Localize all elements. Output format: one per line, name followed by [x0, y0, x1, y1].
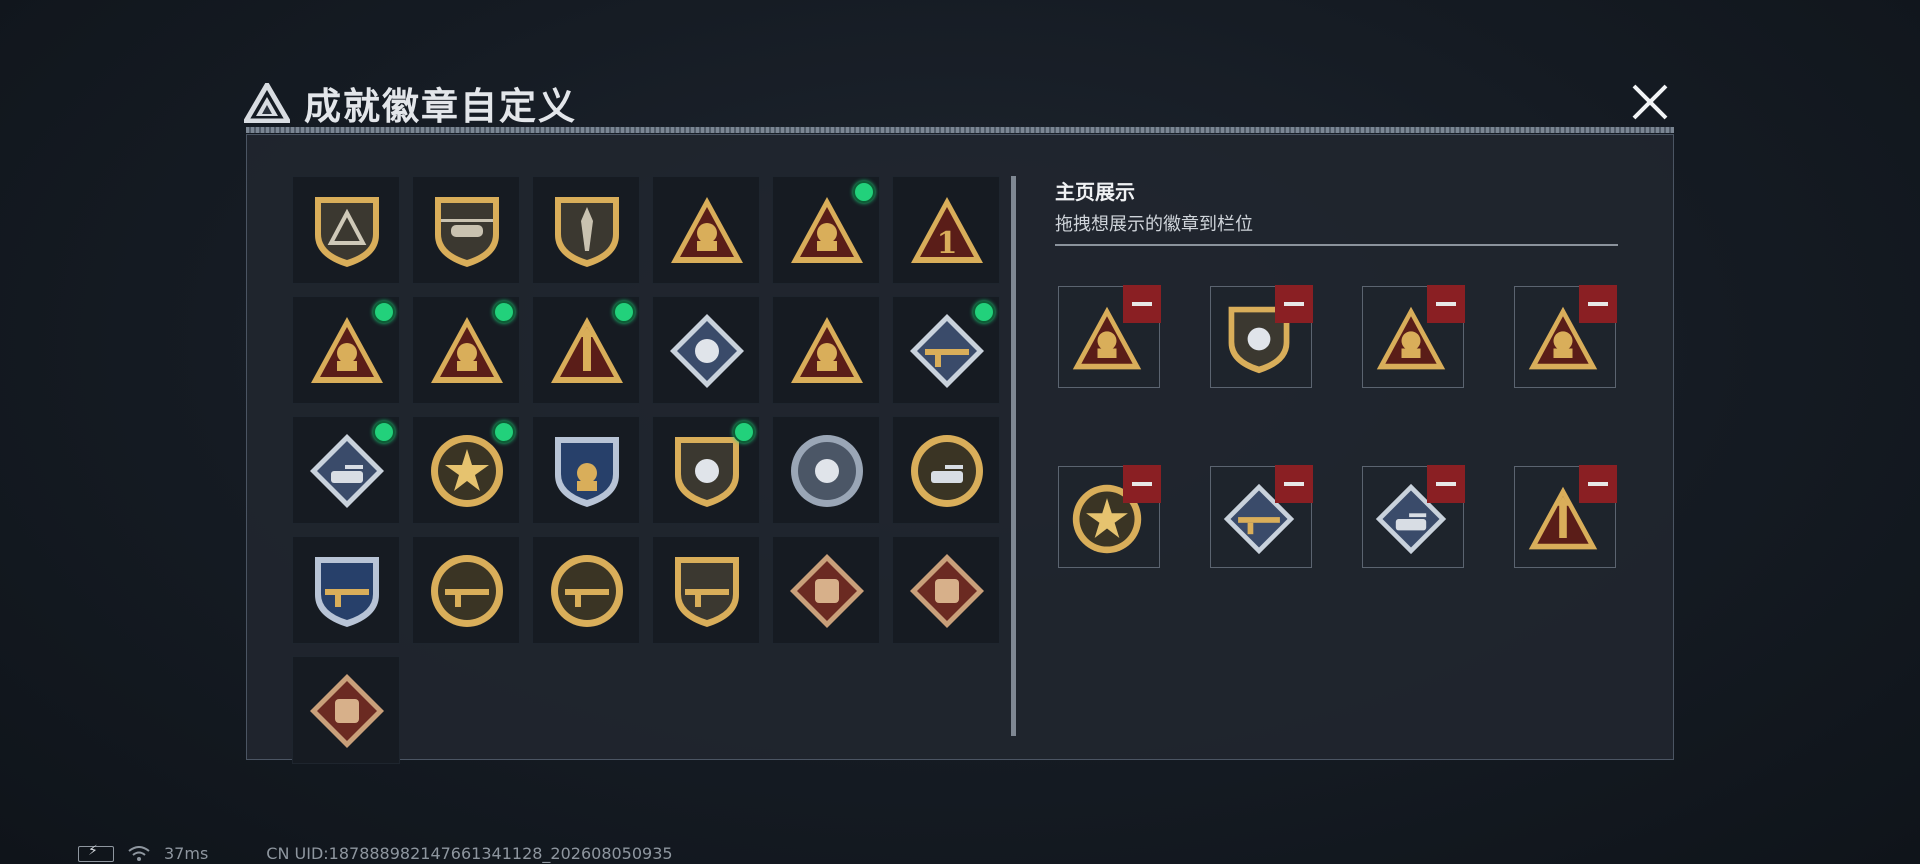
badge-item[interactable]: [892, 536, 1000, 644]
star-seal-round-icon: [431, 435, 503, 507]
remove-badge-button[interactable]: [1123, 465, 1161, 503]
new-indicator-dot: [493, 421, 515, 443]
badge-item[interactable]: [412, 176, 520, 284]
crosshair-rifle-shield-icon: [315, 557, 379, 627]
shield-triangle-emblem-icon: [315, 197, 379, 267]
badge-item[interactable]: [292, 296, 400, 404]
showcase-slot[interactable]: [1362, 285, 1465, 388]
showcase-divider: [1055, 244, 1618, 246]
new-indicator-dot: [853, 181, 875, 203]
badge-item[interactable]: [532, 176, 640, 284]
dagger-shield-icon: [555, 197, 619, 267]
game-logo-icon: [244, 83, 290, 123]
gem-shield-icon: [675, 437, 739, 507]
new-indicator-dot: [493, 301, 515, 323]
badge-item[interactable]: [652, 416, 760, 524]
ammo-diamond-icon: [310, 674, 384, 748]
badge-item[interactable]: [412, 536, 520, 644]
badge-item[interactable]: [532, 296, 640, 404]
close-icon[interactable]: [1628, 80, 1672, 124]
badge-item[interactable]: [652, 536, 760, 644]
remove-badge-button[interactable]: [1579, 465, 1617, 503]
wifi-icon: [128, 845, 150, 861]
rocket-triangle-icon: [551, 317, 623, 383]
rifle-round-shield-icon: [551, 555, 623, 627]
badge-item[interactable]: [292, 416, 400, 524]
dragon-diamond-icon: [790, 554, 864, 628]
remove-badge-button[interactable]: [1427, 465, 1465, 503]
showcase-slot[interactable]: [1514, 465, 1617, 568]
badge-item[interactable]: [292, 656, 400, 764]
remove-badge-button[interactable]: [1579, 285, 1617, 323]
new-indicator-dot: [373, 301, 395, 323]
badge-item[interactable]: [892, 296, 1000, 404]
rose-diamond-icon: [670, 314, 744, 388]
eagle-shield-blue-icon: [555, 437, 619, 507]
showcase-title: 主页展示: [1055, 180, 1135, 204]
jets-shield-gold-icon: [675, 557, 739, 627]
badge-item[interactable]: [292, 176, 400, 284]
showcase-subtitle: 拖拽想展示的徽章到栏位: [1055, 214, 1253, 235]
badge-item[interactable]: [772, 536, 880, 644]
remove-badge-button[interactable]: [1123, 285, 1161, 323]
tank-sunburst-icon: [911, 435, 983, 507]
badge-item[interactable]: [892, 416, 1000, 524]
badge-item[interactable]: 1: [892, 176, 1000, 284]
soldier-wave-triangle-icon: [311, 317, 383, 383]
badge-item[interactable]: [652, 176, 760, 284]
skull-wreath-silver-icon: [791, 435, 863, 507]
badge-item[interactable]: [292, 536, 400, 644]
remove-badge-button[interactable]: [1275, 285, 1313, 323]
battery-charging-icon: [78, 843, 114, 862]
badge-item[interactable]: [412, 296, 520, 404]
rock-hand-triangle-icon: [671, 197, 743, 263]
badge-item[interactable]: [532, 416, 640, 524]
helicopter-shield-icon: [435, 197, 499, 267]
page-title: 成就徽章自定义: [304, 85, 577, 128]
rifle-round-shield-icon: [431, 555, 503, 627]
showcase-slot[interactable]: [1514, 285, 1617, 388]
new-indicator-dot: [373, 421, 395, 443]
new-indicator-dot: [733, 421, 755, 443]
user-uid: CN UID:187888982147661341128_20260805093…: [266, 844, 673, 863]
helmet-triangle-icon: [791, 197, 863, 263]
new-indicator-dot: [613, 301, 635, 323]
badge-item[interactable]: [412, 416, 520, 524]
showcase-slot[interactable]: [1362, 465, 1465, 568]
status-bar: 37ms CN UID:187888982147661341128_202608…: [78, 843, 673, 863]
badge-item[interactable]: [772, 416, 880, 524]
number-one-triangle-icon: 1: [911, 197, 983, 263]
badge-item[interactable]: [772, 176, 880, 284]
soldiers-triangle-icon: [431, 317, 503, 383]
badge-item[interactable]: [652, 296, 760, 404]
title-bar: 成就徽章自定义: [244, 76, 577, 130]
tank-fist-diamond-icon: [310, 434, 384, 508]
remove-badge-button[interactable]: [1427, 285, 1465, 323]
diver-triangle-icon: [791, 317, 863, 383]
showcase-slot[interactable]: [1210, 465, 1313, 568]
remove-badge-button[interactable]: [1275, 465, 1313, 503]
showcase-slot[interactable]: [1058, 285, 1161, 388]
title-divider: [246, 127, 1674, 133]
badge-item[interactable]: [532, 536, 640, 644]
badge-item[interactable]: [772, 296, 880, 404]
new-indicator-dot: [973, 301, 995, 323]
vehicle-diamond-icon: [910, 554, 984, 628]
scrollbar[interactable]: [1011, 176, 1016, 736]
showcase-slot[interactable]: [1058, 465, 1161, 568]
launcher-diamond-icon: [910, 314, 984, 388]
showcase-slot[interactable]: [1210, 285, 1313, 388]
ping-value: 37ms: [164, 844, 209, 863]
svg-text:1: 1: [937, 226, 958, 261]
